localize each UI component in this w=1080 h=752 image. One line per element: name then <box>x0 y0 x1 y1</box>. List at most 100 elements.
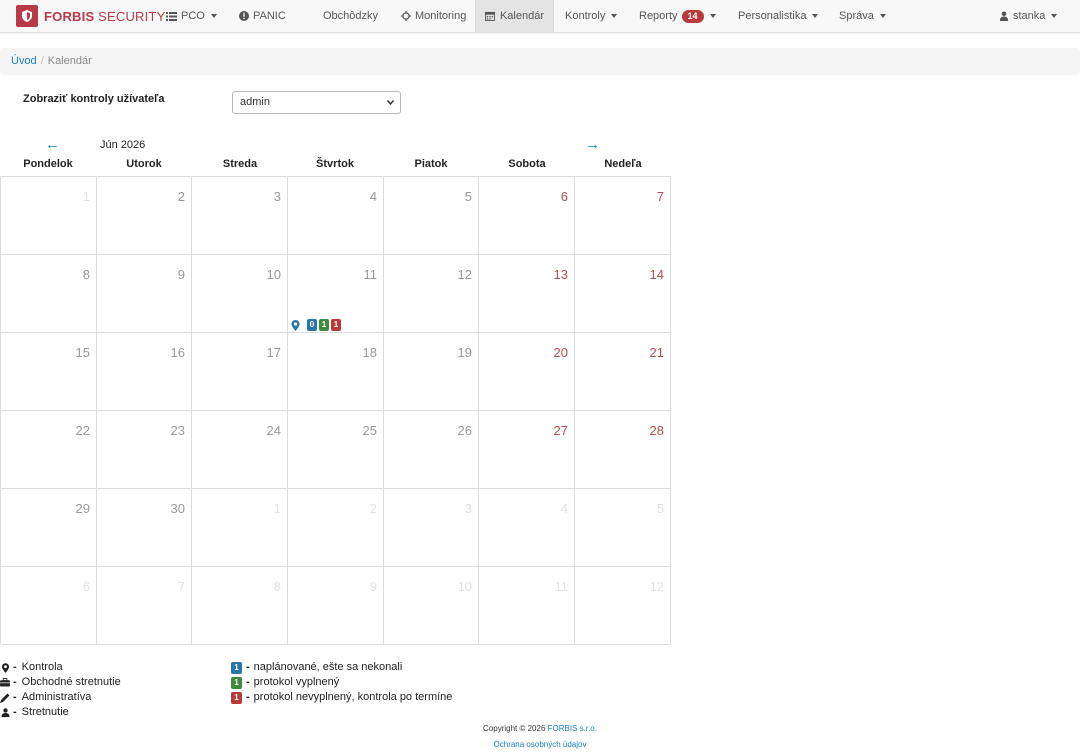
calendar-day-cell[interactable]: 11 <box>479 567 575 645</box>
nav-obchodzky[interactable]: Obchôdzky <box>323 0 378 32</box>
nav-kalendar[interactable]: Kalendár <box>475 0 554 32</box>
pencil-icon <box>0 693 10 703</box>
status-overdue-swatch: 1 <box>231 691 242 704</box>
calendar-day-cell[interactable]: 7 <box>575 177 671 255</box>
calendar-day-cell[interactable]: 6 <box>1 567 97 645</box>
calendar-day-cell[interactable]: 14 <box>575 255 671 333</box>
shield-icon <box>16 5 38 27</box>
calendar-day-cell[interactable]: 11 0 1 1 <box>288 255 384 333</box>
calendar-day-cell[interactable]: 1 <box>1 177 97 255</box>
chevron-down-icon <box>879 14 886 18</box>
calendar-day-cell[interactable]: 4 <box>479 489 575 567</box>
calendar-day-cell[interactable]: 25 <box>288 411 384 489</box>
calendar-day-cell[interactable]: 1 <box>192 489 288 567</box>
calendar-day-cell[interactable]: 18 <box>288 333 384 411</box>
calendar-day-cell[interactable]: 2 <box>288 489 384 567</box>
calendar-day-cell[interactable]: 29 <box>1 489 97 567</box>
nav-kontroly[interactable]: Kontroly <box>565 0 618 32</box>
legend-label: Kontrola <box>21 661 63 673</box>
crosshair-icon <box>400 11 411 22</box>
calendar-day-cell[interactable]: 6 <box>479 177 575 255</box>
calendar-day-cell[interactable]: 5 <box>575 489 671 567</box>
calendar-day-cell[interactable]: 3 <box>192 177 288 255</box>
calendar-day-cell[interactable]: 17 <box>192 333 288 411</box>
calendar-day-cell[interactable]: 8 <box>192 567 288 645</box>
brand-logo[interactable]: FORBIS SECURITY <box>16 4 165 28</box>
nav-reporty-label: Reporty <box>639 10 678 22</box>
status-planned-swatch: 1 <box>231 661 242 674</box>
day-number: 21 <box>649 345 664 360</box>
nav-obchodzky-label: Obchôdzky <box>323 10 379 22</box>
day-number: 12 <box>649 579 664 594</box>
nav-sprava[interactable]: Správa <box>839 0 886 32</box>
legend-statuses: 1 - naplánované, ešte sa nekonali 1 - prot… <box>231 660 452 705</box>
status-filled-swatch: 1 <box>231 676 242 689</box>
calendar-day-cell[interactable]: 23 <box>97 411 192 489</box>
calendar-day-cell[interactable]: 16 <box>97 333 192 411</box>
calendar-event-kontrola[interactable]: 011 <box>291 319 341 331</box>
day-number: 27 <box>553 423 568 438</box>
weekday-header: Sobota <box>508 158 546 170</box>
calendar-day-cell[interactable]: 20 <box>479 333 575 411</box>
calendar-day-cell[interactable]: 5 <box>384 177 479 255</box>
calendar-day-cell[interactable]: 9 <box>288 567 384 645</box>
calendar-day-cell[interactable]: 15 <box>1 333 97 411</box>
day-number: 8 <box>82 267 90 282</box>
calendar-day-cell[interactable]: 19 <box>384 333 479 411</box>
day-number: 8 <box>273 579 281 594</box>
day-number: 10 <box>457 579 472 594</box>
legend-label: Stretnutie <box>21 706 69 718</box>
calendar-day-cell[interactable]: 12 <box>575 567 671 645</box>
day-number: 11 <box>363 267 378 282</box>
calendar-day-cell[interactable]: 10 <box>192 255 288 333</box>
nav-personalistika[interactable]: Personalistika <box>738 0 819 32</box>
user-icon <box>998 11 1009 22</box>
day-number: 29 <box>75 501 90 516</box>
day-number: 18 <box>362 345 377 360</box>
nav-pco[interactable]: PCO <box>166 0 217 32</box>
weekday-header: Pondelok <box>23 158 73 170</box>
calendar-day-cell[interactable]: 13 <box>479 255 575 333</box>
briefcase-icon <box>0 678 10 688</box>
calendar-day-cell[interactable]: 8 <box>1 255 97 333</box>
day-number: 4 <box>369 189 377 204</box>
user-filter-label: Zobraziť kontroly užívateľa <box>23 93 165 105</box>
calendar-day-cell[interactable]: 21 <box>575 333 671 411</box>
weekday-header: Utorok <box>126 158 162 170</box>
nav-monitoring[interactable]: Monitoring <box>400 0 466 32</box>
calendar-day-cell[interactable]: 10 <box>384 567 479 645</box>
day-number: 25 <box>362 423 377 438</box>
day-number: 26 <box>457 423 472 438</box>
calendar-day-cell[interactable]: 28 <box>575 411 671 489</box>
brand-name: FORBIS SECURITY <box>44 8 166 24</box>
footer-privacy-link[interactable]: Ochrana osobných údajov <box>494 740 587 749</box>
calendar-day-cell[interactable]: 9 <box>97 255 192 333</box>
legend-row: 1 - protokol nevyplnený, kontrola po term… <box>231 690 452 705</box>
day-number: 24 <box>266 423 281 438</box>
next-month-button[interactable]: → <box>585 137 600 153</box>
footer-company-link[interactable]: FORBIS s.r.o. <box>548 724 597 733</box>
nav-user-menu[interactable]: stanka <box>998 0 1058 32</box>
calendar-day-cell[interactable]: 12 <box>384 255 479 333</box>
calendar-day-cell[interactable]: 30 <box>97 489 192 567</box>
nav-kontroly-label: Kontroly <box>565 10 606 22</box>
event-planned-count: 0 <box>307 319 317 331</box>
calendar-day-cell[interactable]: 3 <box>384 489 479 567</box>
calendar-day-cell[interactable]: 22 <box>1 411 97 489</box>
calendar-day-cell[interactable]: 27 <box>479 411 575 489</box>
nav-reporty[interactable]: Reporty 14 <box>639 0 716 32</box>
breadcrumb-home-link[interactable]: Úvod <box>11 55 37 67</box>
calendar-day-cell[interactable]: 26 <box>384 411 479 489</box>
calendar-day-cell[interactable]: 2 <box>97 177 192 255</box>
nav-panic[interactable]: PANIC <box>238 0 286 32</box>
day-number: 14 <box>649 267 664 282</box>
calendar-day-cell[interactable]: 4 <box>288 177 384 255</box>
user-filter-select[interactable]: admin <box>232 91 401 114</box>
legend-label: Administratíva <box>21 691 92 703</box>
day-number: 16 <box>170 345 185 360</box>
calendar-day-cell[interactable]: 7 <box>97 567 192 645</box>
day-number: 3 <box>464 501 472 516</box>
calendar-day-cell[interactable]: 24 <box>192 411 288 489</box>
legend-row: - Administratíva <box>0 690 121 705</box>
prev-month-button[interactable]: ← <box>45 137 60 153</box>
